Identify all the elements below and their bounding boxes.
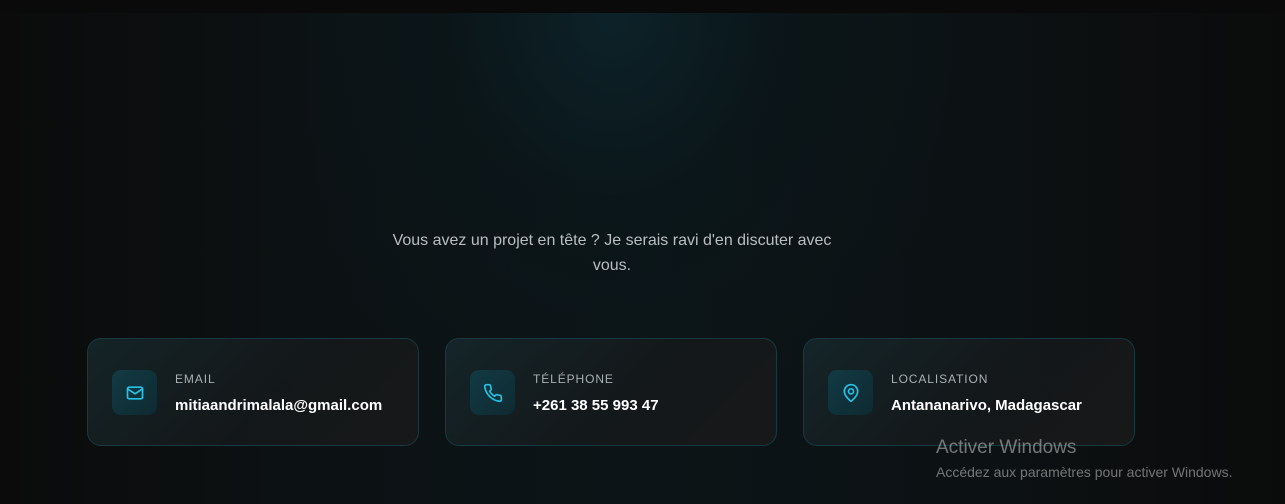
contact-intro-text: Vous avez un projet en tête ? Je serais … xyxy=(392,232,832,274)
contact-card-value: Antananarivo, Madagascar xyxy=(891,397,1082,414)
contact-card-location[interactable]: LOCALISATION Antananarivo, Madagascar xyxy=(803,338,1135,446)
contact-card-value[interactable]: +261 38 55 993 47 xyxy=(533,397,659,414)
contact-card-label: TÉLÉPHONE xyxy=(533,372,614,386)
top-strip xyxy=(0,0,1285,13)
windows-activation-watermark: Activer Windows Accédez aux paramètres p… xyxy=(936,437,1232,482)
contact-card-value[interactable]: mitiaandrimalala@gmail.com xyxy=(175,397,382,414)
contact-card-label: EMAIL xyxy=(175,372,216,386)
map-pin-icon xyxy=(828,370,873,415)
contact-card-phone[interactable]: TÉLÉPHONE +261 38 55 993 47 xyxy=(445,338,777,446)
contact-card-label: LOCALISATION xyxy=(891,372,989,386)
contact-card-email[interactable]: EMAIL mitiaandrimalala@gmail.com xyxy=(87,338,419,446)
mail-icon xyxy=(112,370,157,415)
watermark-title: Activer Windows xyxy=(936,437,1077,458)
phone-icon xyxy=(470,370,515,415)
watermark-subtitle: Accédez aux paramètres pour activer Wind… xyxy=(936,464,1233,480)
